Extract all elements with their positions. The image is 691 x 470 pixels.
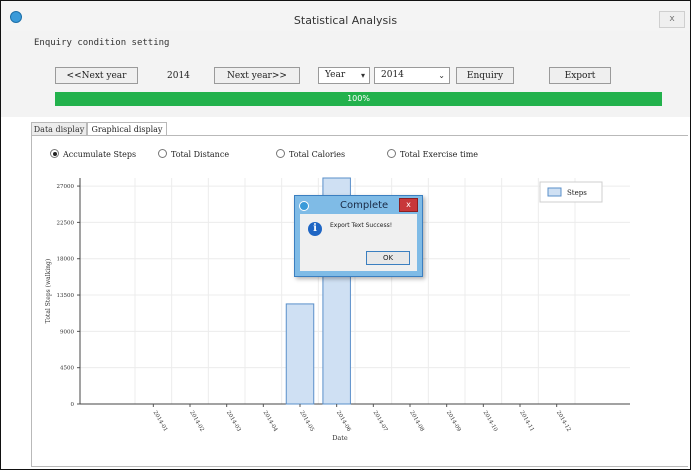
x-tick-label: 2014-04 bbox=[262, 410, 279, 433]
ok-button[interactable]: OK bbox=[366, 251, 410, 265]
progress-bar: 100% bbox=[55, 92, 662, 106]
x-tick-label: 2014-10 bbox=[482, 410, 499, 433]
window-title: Statistical Analysis bbox=[293, 14, 398, 27]
x-tick-label: 2014-05 bbox=[298, 410, 315, 433]
radio-label: Accumulate Steps bbox=[63, 150, 137, 159]
y-tick-label: 9000 bbox=[60, 329, 74, 335]
x-tick-label: 2014-01 bbox=[152, 410, 169, 433]
y-tick-label: 27000 bbox=[57, 184, 75, 190]
dialog-close-button[interactable]: x bbox=[399, 198, 418, 212]
x-axis-title: Date bbox=[332, 434, 348, 442]
info-icon: i bbox=[308, 222, 322, 236]
year-select[interactable]: 2014 ⌄ bbox=[374, 67, 450, 84]
y-tick-label: 4500 bbox=[60, 366, 74, 372]
radio-label: Total Calories bbox=[289, 150, 346, 159]
x-tick-label: 2014-12 bbox=[555, 410, 572, 433]
prev-year-button[interactable]: <<Next year bbox=[55, 67, 138, 84]
x-tick-label: 2014-11 bbox=[518, 410, 535, 433]
x-tick-label: 2014-02 bbox=[188, 410, 205, 433]
dialog-message: Export Text Success! bbox=[330, 222, 393, 229]
radio-label: Total Exercise time bbox=[400, 150, 479, 159]
tab-graphical-display[interactable]: Graphical display bbox=[87, 122, 167, 136]
x-tick-label: 2014-09 bbox=[445, 410, 462, 433]
period-select[interactable]: Year ▾ bbox=[318, 67, 370, 84]
radio-total-distance[interactable]: Total Distance bbox=[158, 149, 229, 159]
legend-label: Steps bbox=[567, 189, 587, 197]
y-tick-label: 22500 bbox=[57, 220, 75, 226]
radio-total-exercise-time[interactable]: Total Exercise time bbox=[387, 149, 478, 159]
radio-icon bbox=[276, 149, 285, 158]
x-tick-label: 2014-08 bbox=[408, 410, 425, 433]
y-axis-title: Total Steps (walking) bbox=[45, 259, 52, 323]
window-close-button[interactable]: x bbox=[659, 11, 685, 28]
x-tick-label: 2014-03 bbox=[225, 410, 242, 433]
y-tick-label: 0 bbox=[71, 402, 75, 408]
y-tick-label: 13500 bbox=[57, 293, 75, 299]
dialog-app-icon bbox=[299, 201, 309, 211]
year-display: 2014 bbox=[167, 71, 190, 81]
chevron-down-icon: ⌄ bbox=[438, 71, 445, 80]
radio-selected-icon bbox=[50, 149, 59, 158]
radio-total-calories[interactable]: Total Calories bbox=[276, 149, 345, 159]
period-select-value: Year bbox=[325, 70, 346, 80]
radio-label: Total Distance bbox=[171, 150, 230, 159]
dialog-title: Complete bbox=[340, 200, 389, 211]
complete-dialog: Complete x i Export Text Success! OK bbox=[294, 195, 423, 277]
radio-accumulate-steps[interactable]: Accumulate Steps bbox=[50, 149, 136, 159]
progress-text: 100% bbox=[347, 94, 370, 103]
tab-data-display[interactable]: Data display bbox=[31, 122, 87, 136]
next-year-button[interactable]: Next year>> bbox=[214, 67, 300, 84]
bar-2014-05 bbox=[285, 303, 315, 405]
section-label: Enquiry condition setting bbox=[34, 38, 170, 48]
dropdown-arrow-icon: ▾ bbox=[360, 71, 365, 80]
y-tick-label: 18000 bbox=[57, 257, 75, 263]
enquiry-button[interactable]: Enquiry bbox=[456, 67, 514, 84]
x-tick-label: 2014-06 bbox=[335, 410, 352, 433]
legend-swatch bbox=[547, 187, 562, 197]
dialog-body: i Export Text Success! OK bbox=[300, 214, 417, 271]
radio-icon bbox=[387, 149, 396, 158]
export-button[interactable]: Export bbox=[549, 67, 611, 84]
radio-icon bbox=[158, 149, 167, 158]
year-select-value: 2014 bbox=[381, 70, 404, 80]
x-tick-label: 2014-07 bbox=[372, 410, 389, 433]
